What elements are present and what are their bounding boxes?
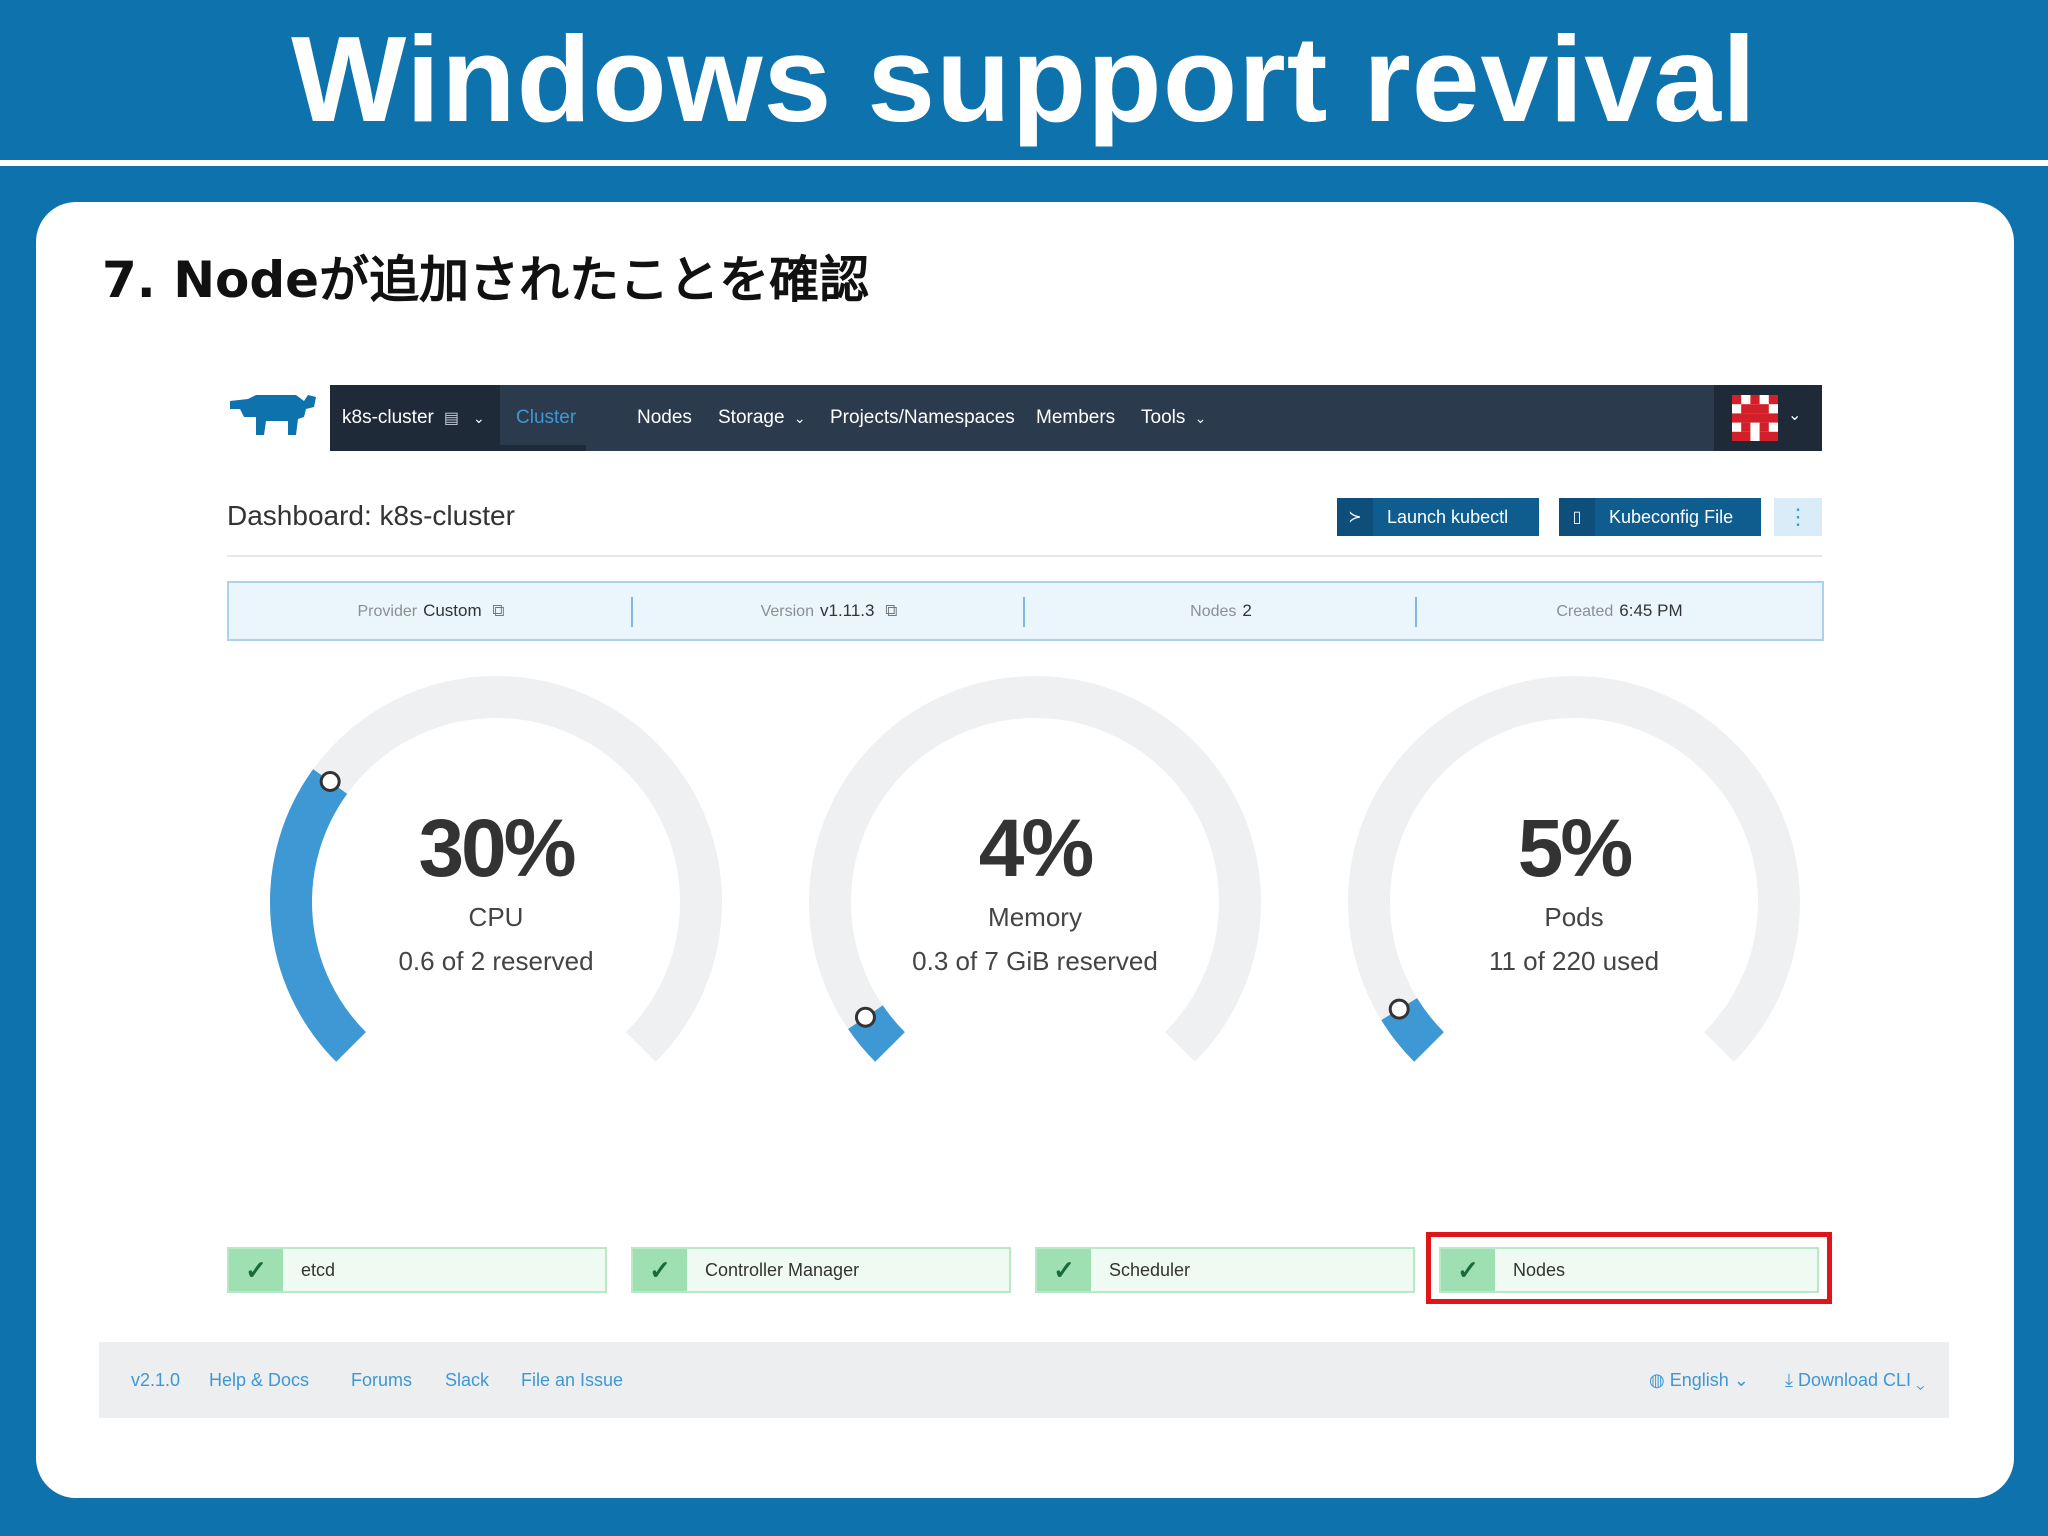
top-navbar: k8s-cluster ▤ ⌄ Cluster Nodes Storage ⌄ …: [330, 385, 1822, 451]
terminal-icon: ≻: [1337, 498, 1373, 536]
cluster-selector[interactable]: k8s-cluster ▤ ⌄: [330, 385, 500, 451]
info-version-label: Version: [760, 603, 814, 620]
memory-gauge-subtext: 0.3 of 7 GiB reserved: [912, 946, 1158, 976]
active-tab-indicator: [500, 445, 586, 451]
cluster-info-strip: Provider Custom ⧉ Version v1.11.3 ⧉ Nodes 2…: [227, 581, 1824, 641]
step-title: 7. Nodeが追加されたことを確認: [102, 251, 870, 309]
chevron-down-icon: ⌄: [793, 410, 806, 426]
info-provider-label: Provider: [357, 603, 418, 620]
checkmark-icon: ✓: [633, 1249, 687, 1291]
kubeconfig-file-button[interactable]: ▯ Kubeconfig File: [1559, 498, 1761, 536]
status-controller-manager: ✓ Controller Manager: [631, 1247, 1011, 1293]
footer-version[interactable]: v2.1.0: [131, 1342, 180, 1418]
copy-icon[interactable]: ⧉: [885, 601, 897, 620]
cpu-gauge-value: 30%: [418, 803, 576, 894]
status-controller-manager-label: Controller Manager: [705, 1259, 860, 1280]
chevron-down-icon: ⌄: [472, 409, 485, 426]
divider: [227, 555, 1822, 557]
server-icon: ▤: [443, 410, 459, 427]
cpu-gauge-subtext: 0.6 of 2 reserved: [398, 946, 594, 976]
memory-gauge-value: 4%: [978, 803, 1095, 894]
info-provider: Provider Custom ⧉: [229, 583, 633, 639]
nav-projects[interactable]: Projects/Namespaces: [830, 385, 1015, 451]
download-cli-label: Download CLI: [1797, 1370, 1912, 1390]
globe-icon: ◍: [1649, 1370, 1665, 1390]
memory-gauge-label: Memory: [988, 902, 1082, 932]
nav-members[interactable]: Members: [1036, 385, 1115, 451]
info-created: Created 6:45 PM: [1417, 583, 1822, 639]
cpu-gauge-label: CPU: [468, 902, 524, 932]
nav-tools-label: Tools: [1141, 407, 1186, 428]
dashboard-title: Dashboard: k8s-cluster: [227, 500, 515, 531]
header-divider: [0, 160, 2048, 166]
info-nodes-label: Nodes: [1190, 603, 1237, 620]
nav-nodes[interactable]: Nodes: [637, 385, 692, 451]
chevron-down-icon: ⌄: [1916, 1370, 1925, 1390]
footer-forums[interactable]: Forums: [351, 1342, 412, 1418]
nav-cluster[interactable]: Cluster: [516, 385, 576, 451]
gauge-marker: [319, 771, 341, 793]
chevron-down-icon: ⌄: [1788, 407, 1802, 424]
footer: v2.1.0 Help & Docs Forums Slack File an …: [99, 1342, 1949, 1418]
download-cli[interactable]: ⤓ Download CLI ⌄: [1785, 1342, 1925, 1418]
footer-help-docs[interactable]: Help & Docs: [209, 1342, 309, 1418]
checkmark-icon: ✓: [1037, 1249, 1091, 1291]
launch-kubectl-button[interactable]: ≻ Launch kubectl: [1337, 498, 1539, 536]
status-etcd: ✓ etcd: [227, 1247, 607, 1293]
footer-file-issue[interactable]: File an Issue: [521, 1342, 623, 1418]
info-version-value: v1.11.3: [819, 601, 875, 620]
language-label: English: [1669, 1370, 1729, 1390]
copy-icon[interactable]: ⧉: [492, 601, 504, 620]
pods-gauge-label: Pods: [1544, 902, 1604, 932]
chevron-down-icon: ⌄: [1194, 410, 1207, 426]
info-nodes: Nodes 2: [1025, 583, 1417, 639]
gauge-marker: [854, 1006, 876, 1028]
info-version: Version v1.11.3 ⧉: [633, 583, 1025, 639]
user-menu[interactable]: ⌄: [1714, 385, 1822, 451]
gauge-marker: [1388, 998, 1410, 1020]
info-provider-value: Custom: [423, 601, 482, 620]
nav-tools[interactable]: Tools ⌄: [1141, 385, 1206, 451]
slide-card: 7. Nodeが追加されたことを確認 k8s-cluster ▤ ⌄ Clust…: [36, 202, 2014, 1498]
cluster-selector-label: k8s-cluster: [342, 407, 434, 428]
info-created-value: 6:45 PM: [1619, 601, 1683, 620]
pods-gauge-value: 5%: [1517, 803, 1634, 894]
info-created-label: Created: [1556, 603, 1614, 620]
status-scheduler: ✓ Scheduler: [1035, 1247, 1415, 1293]
language-selector[interactable]: ◍ English ⌄: [1649, 1342, 1749, 1418]
more-actions-kebab-icon[interactable]: ⋮: [1774, 498, 1822, 536]
rancher-cow-icon[interactable]: [226, 387, 322, 447]
avatar: [1732, 395, 1778, 441]
status-etcd-label: etcd: [301, 1259, 336, 1280]
chevron-down-icon: ⌄: [1733, 1370, 1749, 1390]
info-nodes-value: 2: [1242, 601, 1252, 620]
launch-kubectl-label: Launch kubectl: [1387, 506, 1509, 527]
slide-header: Windows support revival: [0, 0, 2048, 160]
file-icon: ▯: [1559, 498, 1595, 536]
pods-gauge-subtext: 11 of 220 used: [1488, 946, 1660, 976]
checkmark-icon: ✓: [229, 1249, 283, 1291]
status-scheduler-label: Scheduler: [1109, 1259, 1191, 1280]
download-icon: ⤓: [1785, 1370, 1793, 1390]
nav-storage-label: Storage: [718, 407, 785, 428]
kubeconfig-file-label: Kubeconfig File: [1609, 506, 1734, 527]
footer-slack[interactable]: Slack: [445, 1342, 489, 1418]
nav-storage[interactable]: Storage ⌄: [718, 385, 806, 451]
nodes-highlight-box: [1426, 1232, 1832, 1304]
slide-title: Windows support revival: [291, 11, 1757, 147]
